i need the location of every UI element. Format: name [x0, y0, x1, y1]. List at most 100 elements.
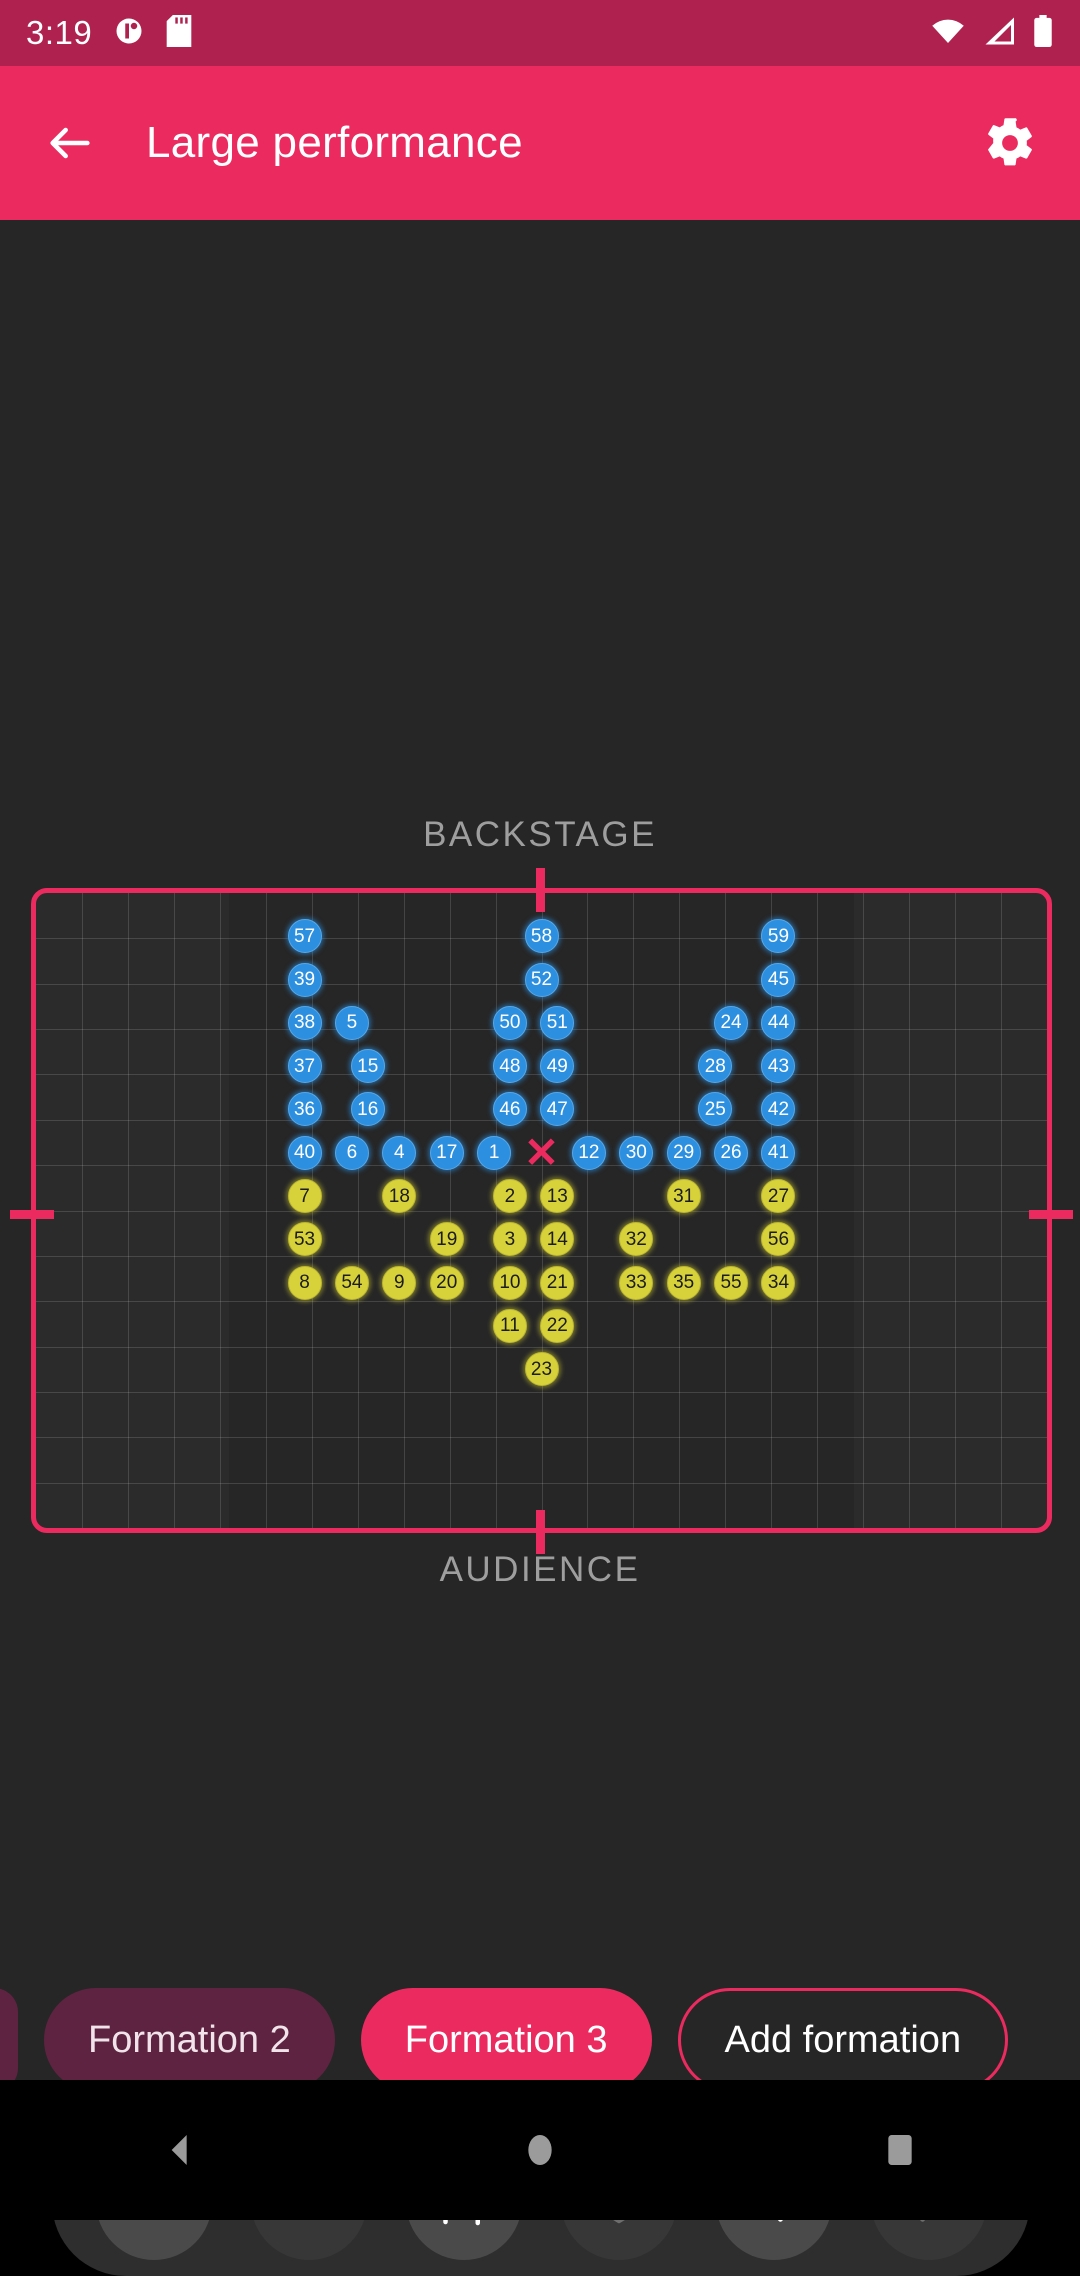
dancer-marker[interactable]: 49 [540, 1049, 575, 1084]
stage-center-tick-bottom [536, 1510, 545, 1554]
dancer-marker[interactable]: 51 [540, 1005, 575, 1040]
dancer-marker[interactable]: 45 [761, 962, 796, 997]
grid-line-horizontal [36, 1437, 1047, 1439]
dancer-marker[interactable]: 6 [334, 1135, 369, 1170]
cellular-signal-icon [982, 16, 1016, 51]
dancer-marker[interactable]: 56 [761, 1222, 796, 1257]
dancer-marker[interactable]: 34 [761, 1265, 796, 1300]
dancer-marker[interactable]: 16 [350, 1092, 385, 1127]
dancer-marker[interactable]: 43 [761, 1049, 796, 1084]
dancer-marker[interactable]: 15 [350, 1049, 385, 1084]
dancer-marker[interactable]: 58 [524, 919, 559, 954]
dancer-marker[interactable]: 32 [619, 1222, 654, 1257]
dancer-marker[interactable]: 20 [429, 1265, 464, 1300]
dancer-marker[interactable]: 3 [492, 1222, 527, 1257]
dancer-marker[interactable]: 17 [429, 1135, 464, 1170]
sd-card-icon [166, 14, 192, 52]
formation-chip[interactable]: Formation 3 [360, 1988, 652, 2092]
dancer-marker[interactable]: 30 [619, 1135, 654, 1170]
dancer-marker[interactable]: 46 [492, 1092, 527, 1127]
dancer-marker[interactable]: 59 [761, 919, 796, 954]
dancer-marker[interactable]: 5 [334, 1005, 369, 1040]
dancer-marker[interactable]: 8 [287, 1265, 322, 1300]
gear-icon [988, 118, 1032, 166]
back-nav-icon [171, 2135, 187, 2165]
dancer-marker[interactable]: 22 [540, 1308, 575, 1343]
dancer-marker[interactable]: 2 [492, 1179, 527, 1214]
stage-canvas-area[interactable]: BACKSTAGE 57 58 59 39 52 45 38 5 50 51 24 44 37 15 48 4… [0, 220, 1080, 2276]
grid-line-horizontal [36, 1301, 1047, 1303]
dancer-marker[interactable]: 24 [714, 1005, 749, 1040]
home-nav-button[interactable] [465, 2080, 615, 2220]
dancer-marker[interactable]: 41 [761, 1135, 796, 1170]
grid-line-horizontal [36, 1346, 1047, 1348]
dancer-marker[interactable]: 12 [571, 1135, 606, 1170]
status-clock: 3:19 [26, 14, 93, 51]
status-bar: 3:19 [0, 0, 1080, 66]
dancer-marker[interactable]: 44 [761, 1005, 796, 1040]
dancer-marker[interactable]: 47 [540, 1092, 575, 1127]
dancer-marker[interactable]: 38 [287, 1005, 322, 1040]
dancer-marker[interactable]: 52 [524, 962, 559, 997]
status-bar-right [930, 14, 1054, 52]
dancer-marker[interactable]: 48 [492, 1049, 527, 1084]
status-bar-left: 3:19 [26, 14, 192, 52]
grid-line-horizontal [36, 1482, 1047, 1484]
dancer-marker[interactable]: 4 [382, 1135, 417, 1170]
dancer-marker[interactable]: 39 [287, 962, 322, 997]
back-button[interactable] [32, 105, 108, 181]
dancer-marker[interactable]: 55 [714, 1265, 749, 1300]
grid-line-horizontal [36, 1210, 1047, 1212]
grid-line-horizontal [36, 1391, 1047, 1393]
stage-center-x-marker: ✕ [523, 1128, 560, 1176]
recents-nav-icon [888, 2135, 912, 2165]
android-nav-bar[interactable] [0, 2080, 1080, 2220]
dancer-marker[interactable]: 10 [492, 1265, 527, 1300]
dancer-marker[interactable]: 40 [287, 1135, 322, 1170]
dancer-marker[interactable]: 11 [492, 1308, 527, 1343]
formation-chip[interactable]: Formation 2 [44, 1988, 335, 2092]
dancer-marker[interactable]: 18 [382, 1179, 417, 1214]
grid-line-horizontal [36, 1074, 1047, 1076]
dancer-marker[interactable]: 29 [666, 1135, 701, 1170]
page-title: Large performance [146, 118, 523, 167]
back-arrow-icon [50, 127, 90, 159]
audience-label: AUDIENCE [439, 1550, 641, 1589]
dancer-marker[interactable]: 7 [287, 1179, 322, 1214]
app-notification-icon [114, 16, 144, 51]
wifi-icon [930, 16, 966, 51]
back-nav-button[interactable] [105, 2080, 255, 2220]
dancer-marker[interactable]: 36 [287, 1092, 322, 1127]
recents-nav-button[interactable] [825, 2080, 975, 2220]
dancer-marker[interactable]: 27 [761, 1179, 796, 1214]
formation-chip[interactable]: Add formation [677, 1988, 1009, 2092]
dancer-marker[interactable]: 23 [524, 1352, 559, 1387]
stage-center-tick-right [1029, 1210, 1073, 1219]
battery-icon [1032, 14, 1054, 52]
dancer-marker[interactable]: 25 [698, 1092, 733, 1127]
dancer-marker[interactable]: 33 [619, 1265, 654, 1300]
dancer-marker[interactable]: 21 [540, 1265, 575, 1300]
dancer-marker[interactable]: 9 [382, 1265, 417, 1300]
dancer-marker[interactable]: 28 [698, 1049, 733, 1084]
dancer-marker[interactable]: 54 [334, 1265, 369, 1300]
stage-boundary[interactable]: 57 58 59 39 52 45 38 5 50 51 24 44 37 15 48 49 28 43 36 16 4… [31, 888, 1052, 1533]
dancer-marker[interactable]: 26 [714, 1135, 749, 1170]
grid-line-horizontal [36, 1119, 1047, 1121]
dancer-marker[interactable]: 53 [287, 1222, 322, 1257]
dancer-marker[interactable]: 35 [666, 1265, 701, 1300]
stage-center-tick-top [536, 868, 545, 912]
formation-chip-previous-peek[interactable] [0, 1988, 18, 2092]
formation-chip-row[interactable]: Formation 2 Formation 3 Add formation [0, 1985, 1080, 2095]
dancer-marker[interactable]: 37 [287, 1049, 322, 1084]
dancer-marker[interactable]: 42 [761, 1092, 796, 1127]
dancer-marker[interactable]: 14 [540, 1222, 575, 1257]
dancer-marker[interactable]: 19 [429, 1222, 464, 1257]
settings-button[interactable] [972, 105, 1048, 181]
dancer-marker[interactable]: 13 [540, 1179, 575, 1214]
home-nav-icon [528, 2135, 552, 2165]
dancer-marker[interactable]: 50 [492, 1005, 527, 1040]
dancer-marker[interactable]: 57 [287, 919, 322, 954]
dancer-marker[interactable]: 31 [666, 1179, 701, 1214]
dancer-marker[interactable]: 1 [477, 1135, 512, 1170]
